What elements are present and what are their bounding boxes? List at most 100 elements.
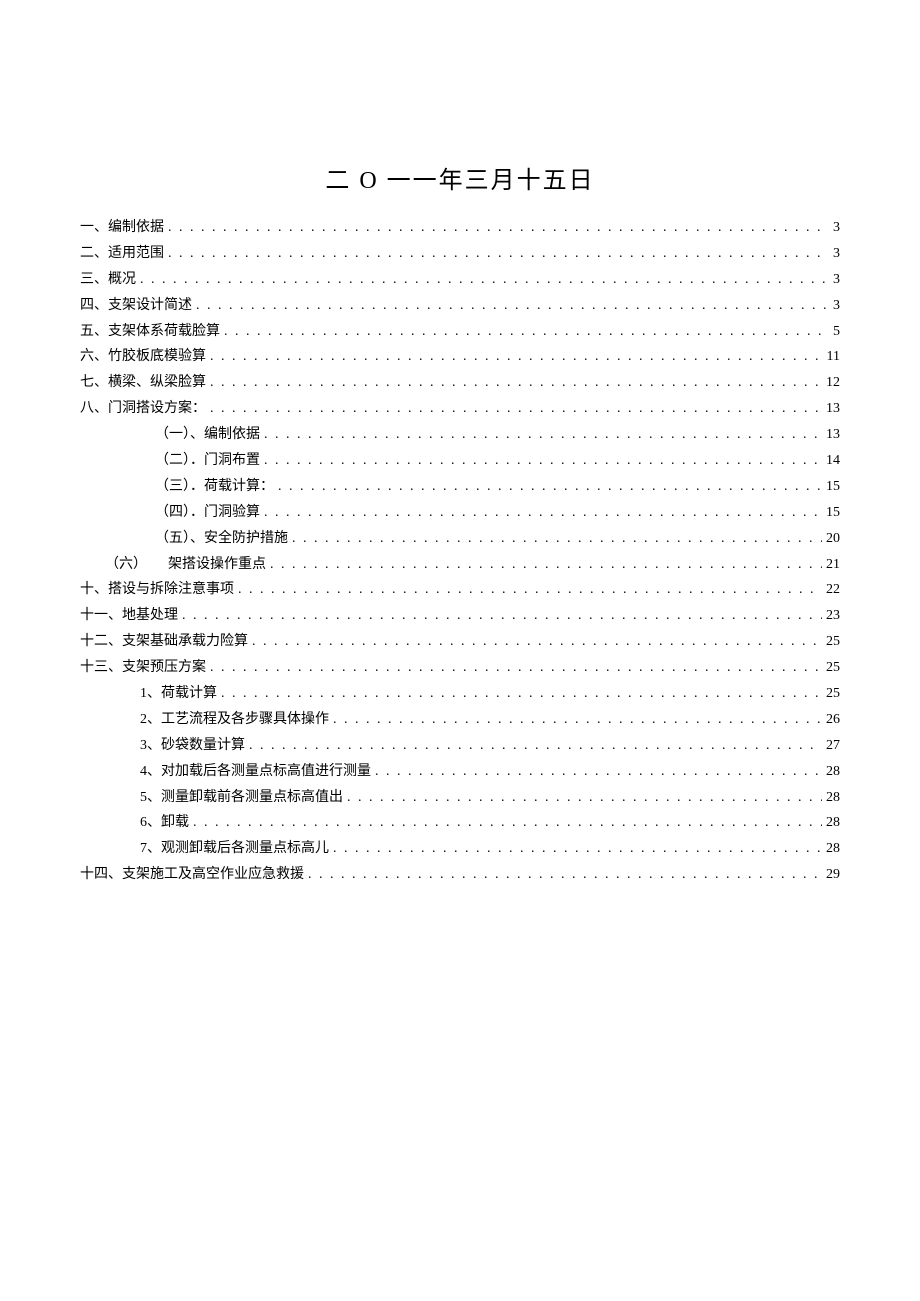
toc-page-number: 28 — [826, 785, 840, 811]
toc-page-number: 3 — [833, 241, 840, 267]
toc-page-number: 28 — [826, 810, 840, 836]
toc-leader-dots: . . . . . . . . . . . . . . . . . . . . … — [375, 759, 822, 785]
toc-leader-dots: . . . . . . . . . . . . . . . . . . . . … — [292, 526, 822, 552]
toc-label: 四、支架设计简述 — [80, 293, 192, 319]
toc-page-number: 22 — [826, 577, 840, 603]
toc-page-number: 5 — [833, 319, 840, 345]
toc-entry: 5、测量卸载前各测量点标高值出. . . . . . . . . . . . .… — [80, 785, 840, 811]
toc-page-number: 3 — [833, 215, 840, 241]
toc-label: 七、横梁、纵梁脸算 — [80, 370, 206, 396]
toc-entry: 三、概况. . . . . . . . . . . . . . . . . . … — [80, 267, 840, 293]
document-page: 二 O 一一年三月十五日 一、编制依据. . . . . . . . . . .… — [0, 0, 920, 888]
toc-page-number: 25 — [826, 681, 840, 707]
toc-label: 十四、支架施工及高空作业应急救援 — [80, 862, 304, 888]
toc-leader-dots: . . . . . . . . . . . . . . . . . . . . … — [210, 344, 823, 370]
toc-page-number: 29 — [826, 862, 840, 888]
toc-entry: 2、工艺流程及各步骤具体操作. . . . . . . . . . . . . … — [80, 707, 840, 733]
toc-page-number: 14 — [826, 448, 840, 474]
toc-entry: （五）、安全防护措施. . . . . . . . . . . . . . . … — [80, 526, 840, 552]
toc-label: （一）、编制依据 — [155, 422, 260, 448]
toc-page-number: 28 — [826, 836, 840, 862]
toc-leader-dots: . . . . . . . . . . . . . . . . . . . . … — [210, 370, 822, 396]
toc-label: 五、支架体系荷载脸算 — [80, 319, 220, 345]
toc-label: 十、搭设与拆除注意事项 — [80, 577, 234, 603]
toc-leader-dots: . . . . . . . . . . . . . . . . . . . . … — [252, 629, 822, 655]
toc-page-number: 13 — [826, 396, 840, 422]
toc-leader-dots: . . . . . . . . . . . . . . . . . . . . … — [224, 319, 829, 345]
toc-entry: 四、支架设计简述. . . . . . . . . . . . . . . . … — [80, 293, 840, 319]
toc-entry: 一、编制依据. . . . . . . . . . . . . . . . . … — [80, 215, 840, 241]
toc-label: 4、对加载后各测量点标高值进行测量 — [140, 759, 371, 785]
toc-entry: （四）．门洞验算. . . . . . . . . . . . . . . . … — [80, 500, 840, 526]
toc-page-number: 15 — [826, 500, 840, 526]
toc-leader-dots: . . . . . . . . . . . . . . . . . . . . … — [140, 267, 829, 293]
toc-entry: 4、对加载后各测量点标高值进行测量. . . . . . . . . . . .… — [80, 759, 840, 785]
toc-page-number: 3 — [833, 293, 840, 319]
toc-entry: 二、适用范围. . . . . . . . . . . . . . . . . … — [80, 241, 840, 267]
toc-entry: 7、观测卸载后各测量点标高儿. . . . . . . . . . . . . … — [80, 836, 840, 862]
toc-leader-dots: . . . . . . . . . . . . . . . . . . . . … — [210, 655, 822, 681]
toc-label: 6、卸载 — [140, 810, 189, 836]
toc-page-number: 27 — [826, 733, 840, 759]
toc-label: 六、竹胶板底模验算 — [80, 344, 206, 370]
toc-entry: （一）、编制依据. . . . . . . . . . . . . . . . … — [80, 422, 840, 448]
toc-leader-dots: . . . . . . . . . . . . . . . . . . . . … — [308, 862, 822, 888]
toc-entry: 十四、支架施工及高空作业应急救援. . . . . . . . . . . . … — [80, 862, 840, 888]
toc-label: （四）．门洞验算 — [155, 500, 260, 526]
toc-label: 3、砂袋数量计算 — [140, 733, 245, 759]
toc-label: 5、测量卸载前各测量点标高值出 — [140, 785, 343, 811]
toc-label: 1、荷载计算 — [140, 681, 217, 707]
toc-leader-dots: . . . . . . . . . . . . . . . . . . . . … — [347, 785, 822, 811]
toc-label: 三、概况 — [80, 267, 136, 293]
toc-label: 2、工艺流程及各步骤具体操作 — [140, 707, 329, 733]
toc-leader-dots: . . . . . . . . . . . . . . . . . . . . … — [278, 474, 822, 500]
toc-leader-dots: . . . . . . . . . . . . . . . . . . . . … — [249, 733, 822, 759]
toc-entry: （三）．荷载计算：. . . . . . . . . . . . . . . .… — [80, 474, 840, 500]
toc-leader-dots: . . . . . . . . . . . . . . . . . . . . … — [168, 241, 829, 267]
toc-label: 十一、地基处理 — [80, 603, 178, 629]
toc-leader-dots: . . . . . . . . . . . . . . . . . . . . … — [196, 293, 829, 319]
toc-label: （五）、安全防护措施 — [155, 526, 288, 552]
toc-leader-dots: . . . . . . . . . . . . . . . . . . . . … — [210, 396, 822, 422]
toc-entry: （二）．门洞布置. . . . . . . . . . . . . . . . … — [80, 448, 840, 474]
toc-page-number: 15 — [826, 474, 840, 500]
toc-entry: 十三、支架预压方案. . . . . . . . . . . . . . . .… — [80, 655, 840, 681]
toc-page-number: 25 — [826, 655, 840, 681]
toc-label: 十三、支架预压方案 — [80, 655, 206, 681]
toc-page-number: 13 — [826, 422, 840, 448]
toc-label: 十二、支架基础承载力险算 — [80, 629, 248, 655]
toc-leader-dots: . . . . . . . . . . . . . . . . . . . . … — [264, 422, 822, 448]
toc-leader-dots: . . . . . . . . . . . . . . . . . . . . … — [333, 707, 822, 733]
toc-entry: （六） 架搭设操作重点. . . . . . . . . . . . . . .… — [80, 552, 840, 578]
toc-label: 一、编制依据 — [80, 215, 164, 241]
toc-leader-dots: . . . . . . . . . . . . . . . . . . . . … — [221, 681, 822, 707]
toc-entry: 五、支架体系荷载脸算. . . . . . . . . . . . . . . … — [80, 319, 840, 345]
toc-leader-dots: . . . . . . . . . . . . . . . . . . . . … — [182, 603, 822, 629]
toc-entry: 八、门洞搭设方案：. . . . . . . . . . . . . . . .… — [80, 396, 840, 422]
toc-leader-dots: . . . . . . . . . . . . . . . . . . . . … — [333, 836, 822, 862]
toc-label: 八、门洞搭设方案： — [80, 396, 206, 422]
toc-entry: 十、搭设与拆除注意事项. . . . . . . . . . . . . . .… — [80, 577, 840, 603]
toc-page-number: 21 — [826, 552, 840, 578]
toc-page-number: 12 — [826, 370, 840, 396]
toc-entry: 十一、地基处理. . . . . . . . . . . . . . . . .… — [80, 603, 840, 629]
toc-entry: 3、砂袋数量计算. . . . . . . . . . . . . . . . … — [80, 733, 840, 759]
toc-label: （三）．荷载计算： — [155, 474, 274, 500]
table-of-contents: 一、编制依据. . . . . . . . . . . . . . . . . … — [80, 215, 840, 888]
document-title: 二 O 一一年三月十五日 — [80, 160, 840, 195]
toc-page-number: 11 — [827, 344, 840, 370]
toc-entry: 1、荷载计算. . . . . . . . . . . . . . . . . … — [80, 681, 840, 707]
toc-leader-dots: . . . . . . . . . . . . . . . . . . . . … — [168, 215, 829, 241]
toc-leader-dots: . . . . . . . . . . . . . . . . . . . . … — [193, 810, 822, 836]
toc-page-number: 3 — [833, 267, 840, 293]
toc-label: （二）．门洞布置 — [155, 448, 260, 474]
toc-leader-dots: . . . . . . . . . . . . . . . . . . . . … — [238, 577, 822, 603]
toc-label: 二、适用范围 — [80, 241, 164, 267]
toc-entry: 六、竹胶板底模验算. . . . . . . . . . . . . . . .… — [80, 344, 840, 370]
toc-leader-dots: . . . . . . . . . . . . . . . . . . . . … — [264, 500, 822, 526]
toc-label: （六） 架搭设操作重点 — [105, 552, 266, 578]
toc-page-number: 26 — [826, 707, 840, 733]
toc-page-number: 28 — [826, 759, 840, 785]
toc-leader-dots: . . . . . . . . . . . . . . . . . . . . … — [270, 552, 822, 578]
toc-entry: 七、横梁、纵梁脸算. . . . . . . . . . . . . . . .… — [80, 370, 840, 396]
